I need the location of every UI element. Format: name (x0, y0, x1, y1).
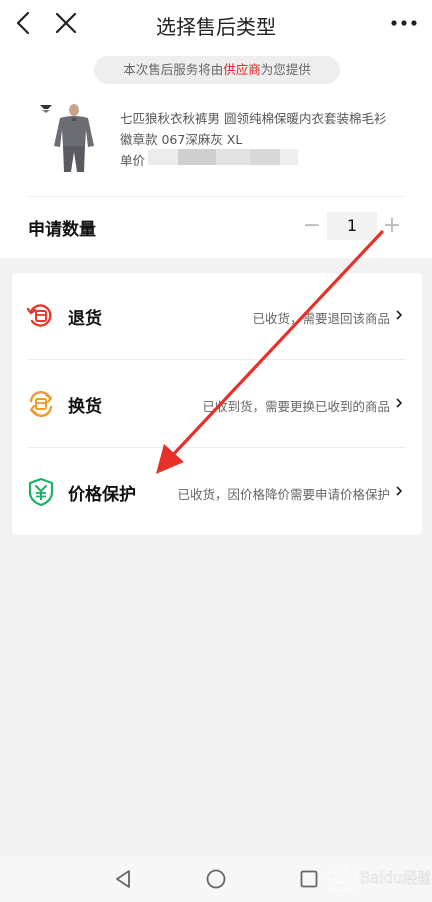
nav-recents-icon[interactable] (298, 868, 320, 890)
nav-home-icon[interactable] (205, 868, 227, 890)
option-label: 退货 (68, 309, 102, 329)
notice-highlight: 供应商 (223, 62, 261, 77)
watermark-text: Baidu经验 (360, 869, 430, 887)
quantity-label: 申请数量 (28, 220, 96, 240)
divider (28, 196, 404, 197)
option-description: 已收到货，需要更换已收到的商品 (202, 399, 390, 414)
service-provider-notice: 本次售后服务将由供应商为您提供 (94, 56, 340, 84)
option-return[interactable]: 退货 已收货，需要退回该商品 (12, 273, 422, 359)
option-exchange[interactable]: 换货 已收到货，需要更换已收到的商品 (12, 361, 422, 447)
service-type-list: 退货 已收货，需要退回该商品 换货 已收到货，需要更换已收到的商品 价格保护 已… (12, 273, 422, 535)
option-price-protection[interactable]: 价格保护 已收货，因价格降价需要申请价格保护 (12, 449, 422, 535)
product-thumbnail (40, 104, 94, 172)
top-panel: 选择售后类型 本次售后服务将由供应商为您提供 七匹狼秋衣秋裤男 圆领纯棉保暖内衣… (0, 0, 432, 258)
quantity-value[interactable]: 1 (327, 212, 377, 240)
exchange-icon (29, 391, 53, 417)
nav-back-icon[interactable] (113, 868, 135, 890)
return-icon (26, 304, 52, 327)
row-divider (28, 359, 406, 360)
navigation-bar: 选择售后类型 (0, 0, 432, 50)
product-card[interactable]: 七匹狼秋衣秋裤男 圆领纯棉保暖内衣套装棉毛衫 徽章款 067深麻灰 XL 单价 (30, 100, 420, 180)
notice-prefix: 本次售后服务将由 (123, 62, 224, 77)
product-name: 七匹狼秋衣秋裤男 圆领纯棉保暖内衣套装棉毛衫 徽章款 067深麻灰 XL (120, 111, 387, 147)
chevron-right-icon (396, 398, 403, 408)
chevron-right-icon (396, 486, 403, 496)
quantity-increase-button[interactable]: + (381, 213, 403, 239)
watermark-logo: Baidu经验 (327, 864, 430, 892)
row-divider (28, 447, 406, 448)
option-description: 已收货，需要退回该商品 (252, 311, 390, 326)
page-title: 选择售后类型 (156, 15, 276, 39)
price-protect-icon (28, 477, 54, 507)
product-price-label: 单价 (120, 153, 146, 168)
notice-suffix: 为您提供 (260, 62, 311, 77)
chevron-right-icon (396, 310, 403, 320)
more-icon[interactable] (388, 9, 420, 37)
option-label: 价格保护 (68, 485, 136, 505)
option-description: 已收货，因价格降价需要申请价格保护 (177, 487, 390, 502)
quantity-decrease-button[interactable]: − (302, 213, 322, 239)
brand-logo-icon (40, 105, 52, 113)
price-redaction (148, 149, 298, 165)
option-label: 换货 (68, 397, 102, 417)
